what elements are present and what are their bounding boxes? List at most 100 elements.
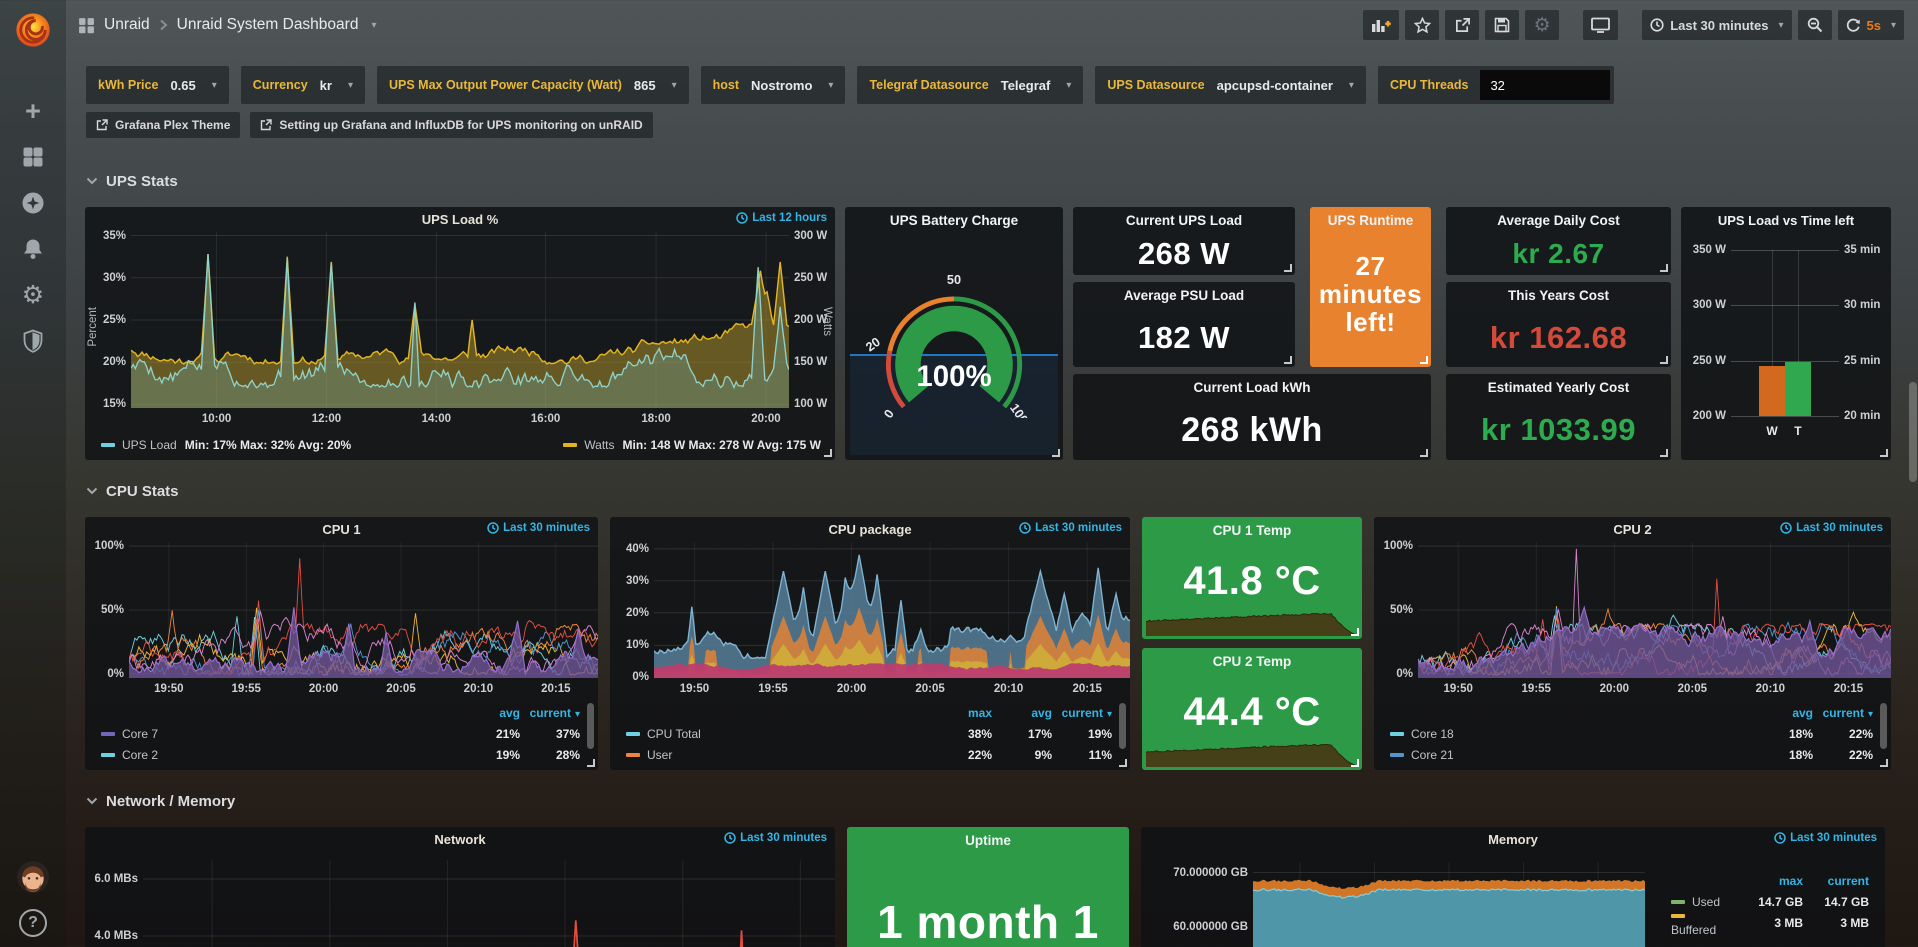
legend-col-avg[interactable]: avg bbox=[460, 706, 520, 720]
sidebar-item-configuration[interactable]: ⚙ bbox=[13, 272, 53, 318]
page-scrollbar[interactable] bbox=[1908, 0, 1918, 947]
star-dashboard-button[interactable] bbox=[1405, 10, 1439, 40]
dashboard-settings-button[interactable]: ⚙ bbox=[1525, 10, 1559, 40]
legend-col-current[interactable]: current▾ bbox=[1052, 706, 1112, 720]
apps-grid-icon[interactable] bbox=[78, 17, 95, 34]
panel-title[interactable]: UPS Load % bbox=[422, 212, 499, 227]
link-ups-monitoring-guide[interactable]: Setting up Grafana and InfluxDB for UPS … bbox=[250, 112, 652, 138]
panel-title[interactable]: UPS Load vs Time left bbox=[1681, 207, 1891, 233]
sidebar-item-create[interactable]: + bbox=[13, 88, 53, 134]
panel-uptime[interactable]: Uptime 1 month 1 bbox=[847, 827, 1129, 947]
bar-W[interactable] bbox=[1759, 366, 1785, 416]
legend-col-current[interactable]: current bbox=[1803, 874, 1869, 888]
user-avatar[interactable] bbox=[17, 861, 49, 893]
section-ups-stats[interactable]: UPS Stats bbox=[86, 168, 1918, 194]
legend-scrollbar[interactable] bbox=[1880, 703, 1887, 749]
bar-T[interactable] bbox=[1785, 362, 1811, 416]
topbar-actions: ⚙ Last 30 minutes ▾ bbox=[1363, 10, 1904, 40]
panel-ups-runtime[interactable]: UPS Runtime 27 minutes left! bbox=[1310, 207, 1431, 367]
sidebar-item-server-admin[interactable] bbox=[13, 318, 53, 364]
page-scrollbar-thumb[interactable] bbox=[1909, 382, 1917, 482]
variable-telegraf-datasource[interactable]: Telegraf Datasource Telegraf ▾ bbox=[857, 66, 1083, 104]
cpu1-plot-region[interactable]: 100%50%0% 19:5019:5520:0020:0520:1020:15 bbox=[85, 542, 598, 700]
panel-title[interactable]: CPU 1 bbox=[322, 522, 360, 537]
network-chart[interactable] bbox=[143, 860, 835, 947]
panel-title[interactable]: CPU package bbox=[828, 522, 911, 537]
legend-scrollbar[interactable] bbox=[1119, 703, 1126, 749]
variable-kwh-price[interactable]: kWh Price 0.65 ▾ bbox=[86, 66, 229, 104]
caret-down-icon[interactable]: ▾ bbox=[371, 20, 376, 31]
cpu-package-plot-region[interactable]: 40%30%20%10%0% 19:5019:5520:0020:0520:10… bbox=[610, 542, 1130, 700]
time-override-label: Last 30 minutes bbox=[503, 522, 590, 534]
panel-average-psu-load[interactable]: Average PSU Load 182 W bbox=[1073, 282, 1295, 367]
panel-title[interactable]: UPS Battery Charge bbox=[845, 207, 1063, 233]
link-grafana-plex-theme[interactable]: Grafana Plex Theme bbox=[86, 112, 240, 138]
legend-col-current[interactable]: current▾ bbox=[520, 706, 580, 720]
x-axis: 19:5019:5520:0020:0520:1020:15 bbox=[654, 678, 1130, 700]
cpu-threads-input[interactable] bbox=[1480, 70, 1610, 100]
zoom-out-button[interactable] bbox=[1798, 10, 1832, 40]
panel-current-ups-load[interactable]: Current UPS Load 268 W bbox=[1073, 207, 1295, 275]
series-swatch bbox=[563, 443, 577, 447]
panel-title[interactable]: Network bbox=[434, 832, 485, 847]
section-network-memory[interactable]: Network / Memory bbox=[86, 788, 1918, 814]
ups-load-plot-region[interactable]: Percent 35%30%25%20%15% 10:0012:0014:001… bbox=[85, 232, 835, 430]
legend-item-watts[interactable]: WattsMin: 148 W Max: 278 W Avg: 175 W bbox=[563, 438, 821, 452]
cpu2-chart[interactable]: 19:5019:5520:0020:0520:1020:15 bbox=[1418, 542, 1891, 700]
breadcrumb-dashboard-title[interactable]: Unraid System Dashboard bbox=[177, 16, 359, 34]
legend-col-current[interactable]: current▾ bbox=[1813, 706, 1873, 720]
cpu-package-chart[interactable]: 19:5019:5520:0020:0520:1020:15 bbox=[654, 542, 1130, 700]
legend-col-max[interactable]: max bbox=[932, 706, 992, 720]
ups-bars-chart[interactable]: WT bbox=[1731, 247, 1839, 419]
sidebar-item-alerting[interactable] bbox=[13, 226, 53, 272]
variable-ups-datasource[interactable]: UPS Datasource apcupsd-container ▾ bbox=[1095, 66, 1366, 104]
external-link-icon bbox=[260, 119, 272, 131]
panel-cpu1-temp[interactable]: CPU 1 Temp 41.8 °C bbox=[1142, 517, 1362, 639]
panel-time-override[interactable]: Last 12 hours bbox=[736, 212, 827, 224]
panel-time-override[interactable]: Last 30 minutes bbox=[487, 522, 590, 534]
sidebar-item-dashboards[interactable] bbox=[13, 134, 53, 180]
ups-load-chart[interactable]: 10:0012:0014:0016:0018:0020:00 bbox=[131, 232, 789, 430]
variable-ups-max-output[interactable]: UPS Max Output Power Capacity (Watt) 865… bbox=[377, 66, 689, 104]
breadcrumb-app[interactable]: Unraid bbox=[104, 16, 150, 34]
legend-col-avg[interactable]: avg bbox=[992, 706, 1052, 720]
variable-value: 865 bbox=[634, 78, 656, 93]
cycle-view-mode-button[interactable] bbox=[1583, 10, 1618, 40]
save-dashboard-button[interactable] bbox=[1485, 10, 1519, 40]
time-range-picker[interactable]: Last 30 minutes ▾ bbox=[1642, 10, 1791, 40]
memory-chart[interactable] bbox=[1253, 862, 1645, 947]
refresh-button[interactable]: 5s ▾ bbox=[1838, 10, 1905, 40]
panel-time-override[interactable]: Last 30 minutes bbox=[1780, 522, 1883, 534]
legend-row: Core 21 18% 22% bbox=[1390, 744, 1873, 765]
panel-time-override[interactable]: Last 30 minutes bbox=[1019, 522, 1122, 534]
memory-plot-region[interactable]: 70.000000 GB60.000000 GB50.000000 GB max… bbox=[1141, 852, 1885, 947]
panel-this-years-cost[interactable]: This Years Cost kr 162.68 bbox=[1446, 282, 1671, 367]
axis-tick: 20 min bbox=[1844, 410, 1880, 422]
variable-host[interactable]: host Nostromo ▾ bbox=[701, 66, 846, 104]
panel-average-daily-cost[interactable]: Average Daily Cost kr 2.67 bbox=[1446, 207, 1671, 275]
axis-tick: 14:00 bbox=[422, 413, 451, 425]
stat-value: 182 W bbox=[1138, 308, 1230, 367]
panel-time-override[interactable]: Last 30 minutes bbox=[724, 832, 827, 844]
legend-col-max[interactable]: max bbox=[1737, 874, 1803, 888]
panel-title[interactable]: Memory bbox=[1488, 832, 1538, 847]
add-panel-button[interactable] bbox=[1363, 10, 1399, 40]
section-cpu-stats[interactable]: CPU Stats bbox=[86, 478, 1918, 504]
grafana-logo[interactable] bbox=[13, 10, 53, 50]
legend-scrollbar[interactable] bbox=[587, 703, 594, 749]
panel-current-load-kwh[interactable]: Current Load kWh 268 kWh bbox=[1073, 374, 1431, 460]
panel-title[interactable]: CPU 2 bbox=[1613, 522, 1651, 537]
network-plot-region[interactable]: 6.0 MBs4.0 MBs2.0 MBs bbox=[85, 852, 835, 947]
panel-cpu2-temp[interactable]: CPU 2 Temp 44.4 °C bbox=[1142, 648, 1362, 770]
variable-currency[interactable]: Currency kr ▾ bbox=[241, 66, 365, 104]
cpu2-plot-region[interactable]: 100%50%0% 19:5019:5520:0020:0520:1020:15 bbox=[1374, 542, 1891, 700]
cpu1-chart[interactable]: 19:5019:5520:0020:0520:1020:15 bbox=[129, 542, 598, 700]
legend-col-avg[interactable]: avg bbox=[1753, 706, 1813, 720]
share-dashboard-button[interactable] bbox=[1445, 10, 1479, 40]
panel-time-override[interactable]: Last 30 minutes bbox=[1774, 832, 1877, 844]
panel-estimated-yearly-cost[interactable]: Estimated Yearly Cost kr 1033.99 bbox=[1446, 374, 1671, 460]
battery-gauge[interactable]: 02050100100% bbox=[856, 270, 1052, 418]
sidebar-item-explore[interactable] bbox=[13, 180, 53, 226]
legend-item-ups-load[interactable]: UPS LoadMin: 17% Max: 32% Avg: 20% bbox=[101, 438, 351, 452]
help-button[interactable]: ? bbox=[19, 909, 47, 937]
